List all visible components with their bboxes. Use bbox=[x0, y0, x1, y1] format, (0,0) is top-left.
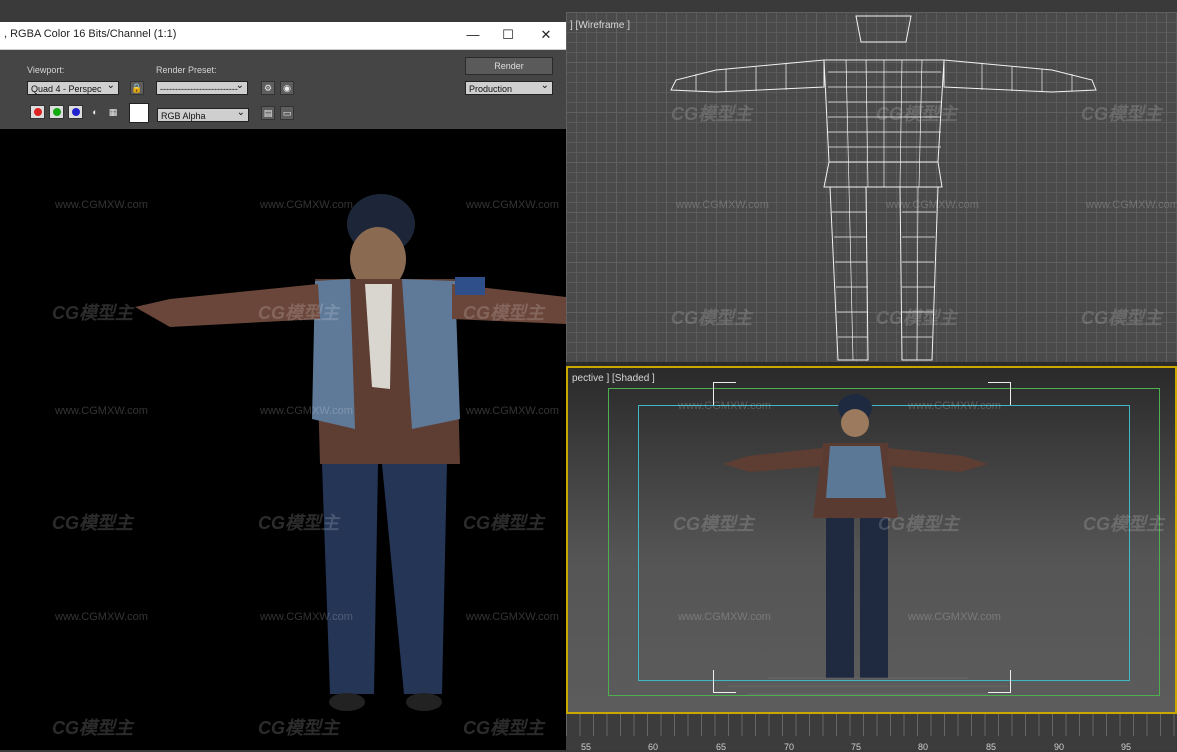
timeline-tick-label: 60 bbox=[648, 742, 659, 752]
perspective-viewport[interactable]: pective ] [Shaded ] CG模型主 CG模型主 CG模型主 ww… bbox=[566, 366, 1177, 714]
watermark-url: www.CGMXW.com bbox=[55, 611, 148, 623]
watermark-logo: CG模型主 bbox=[463, 513, 544, 533]
rendered-frame-window: , RGBA Color 16 Bits/Channel (1:1) — ☐ ✕… bbox=[0, 22, 566, 750]
watermark-logo: CG模型主 bbox=[258, 718, 339, 738]
wireframe-viewport[interactable]: ] [Wireframe ] CG模型主 CG模型主 CG模型主 www.CGM… bbox=[566, 12, 1177, 362]
render-toolbar: Viewport: Quad 4 - Perspec 🔒 Render Pres… bbox=[0, 50, 566, 130]
window-titlebar[interactable]: , RGBA Color 16 Bits/Channel (1:1) — ☐ ✕ bbox=[0, 22, 566, 50]
watermark-url: www.CGMXW.com bbox=[678, 400, 771, 412]
timeline-ruler[interactable]: 55 60 65 70 75 80 85 90 95 bbox=[566, 714, 1177, 752]
render-preset-dropdown[interactable]: -------------------------- bbox=[156, 79, 248, 95]
production-dropdown[interactable]: Production bbox=[465, 79, 553, 95]
watermark-url: www.CGMXW.com bbox=[908, 611, 1001, 623]
watermark-url: www.CGMXW.com bbox=[908, 400, 1001, 412]
close-button[interactable]: ✕ bbox=[531, 25, 561, 45]
render-setup-icon[interactable]: ⚙ bbox=[261, 81, 275, 95]
watermark-logo: CG模型主 bbox=[52, 718, 133, 738]
timeline-tick-label: 85 bbox=[986, 742, 997, 752]
maximize-button[interactable]: ☐ bbox=[493, 25, 523, 45]
rendered-image: CG模型主 CG模型主 CG模型主 www.CGMXW.com www.CGMX… bbox=[0, 129, 566, 750]
shaded-character bbox=[723, 394, 1008, 695]
timeline-tick-label: 65 bbox=[716, 742, 727, 752]
watermark-logo: CG模型主 bbox=[1083, 514, 1164, 534]
watermark-logo: CG模型主 bbox=[878, 514, 959, 534]
timeline-tick-label: 80 bbox=[918, 742, 929, 752]
timeline-tick-label: 55 bbox=[581, 742, 592, 752]
watermark-logo: CG模型主 bbox=[673, 514, 754, 534]
alpha-toggle-icon[interactable]: ◐ bbox=[88, 106, 102, 120]
color-swatch[interactable] bbox=[129, 103, 149, 123]
lock-icon[interactable]: 🔒 bbox=[130, 81, 144, 95]
watermark-logo: CG模型主 bbox=[258, 513, 339, 533]
watermark-url: www.CGMXW.com bbox=[678, 611, 771, 623]
green-channel-toggle[interactable] bbox=[49, 105, 64, 119]
timeline-tick-label: 70 bbox=[784, 742, 795, 752]
watermark-logo: CG模型主 bbox=[258, 303, 339, 323]
timeline-ticks bbox=[566, 714, 1177, 736]
watermark-url: www.CGMXW.com bbox=[466, 405, 559, 417]
watermark-url: www.CGMXW.com bbox=[260, 199, 353, 211]
watermark-url: www.CGMXW.com bbox=[466, 611, 559, 623]
blue-channel-toggle[interactable] bbox=[68, 105, 83, 119]
wireframe-model bbox=[670, 15, 1097, 361]
timeline-tick-label: 75 bbox=[851, 742, 862, 752]
minimize-button[interactable]: — bbox=[458, 25, 488, 45]
watermark-logo: CG模型主 bbox=[52, 513, 133, 533]
environment-icon[interactable]: ◉ bbox=[280, 81, 294, 95]
watermark-url: www.CGMXW.com bbox=[260, 611, 353, 623]
watermark-url: www.CGMXW.com bbox=[55, 199, 148, 211]
viewport-dropdown[interactable]: Quad 4 - Perspec bbox=[27, 79, 119, 95]
viewport-label: Viewport: bbox=[27, 65, 65, 75]
perspective-viewport-label[interactable]: pective ] [Shaded ] bbox=[572, 373, 655, 384]
watermark-url: www.CGMXW.com bbox=[466, 199, 559, 211]
watermark-url: www.CGMXW.com bbox=[260, 405, 353, 417]
toggle-ui-icon[interactable]: ▤ bbox=[261, 106, 275, 120]
wireframe-viewport-label[interactable]: ] [Wireframe ] bbox=[570, 20, 630, 31]
rendered-character bbox=[135, 194, 566, 711]
watermark-logo: CG模型主 bbox=[52, 303, 133, 323]
window-title: , RGBA Color 16 Bits/Channel (1:1) bbox=[4, 28, 177, 40]
watermark-logo: CG模型主 bbox=[463, 303, 544, 323]
timeline-tick-label: 95 bbox=[1121, 742, 1132, 752]
watermark-logo: CG模型主 bbox=[463, 718, 544, 738]
toggle-ui-overlay-icon[interactable]: ▭ bbox=[280, 106, 294, 120]
timeline-tick-label: 90 bbox=[1054, 742, 1065, 752]
mono-toggle-icon[interactable]: ▦ bbox=[106, 106, 120, 120]
channel-display-dropdown[interactable]: RGB Alpha bbox=[157, 106, 249, 122]
watermark-url: www.CGMXW.com bbox=[55, 405, 148, 417]
render-preset-label: Render Preset: bbox=[156, 65, 217, 75]
render-button[interactable]: Render bbox=[465, 57, 553, 75]
red-channel-toggle[interactable] bbox=[30, 105, 45, 119]
